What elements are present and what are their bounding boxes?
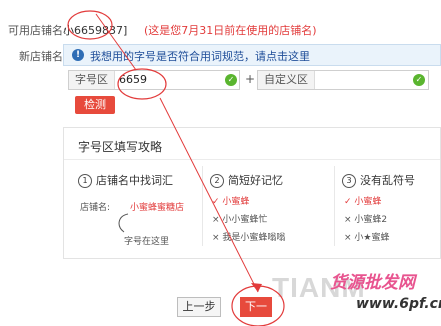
col-divider (202, 166, 203, 246)
watermark-url: www.6pf.cn (356, 296, 441, 312)
guide-col1-item: 小蜜蜂蜜糖店 (130, 203, 185, 213)
custom-field[interactable]: 自定义区 ✓ (257, 70, 429, 90)
guide-col2-title: 2 简短好记忆 (210, 172, 283, 188)
guide-col3-item: ✓ 小蜜蜂 (344, 197, 382, 207)
plus-sign: + (245, 72, 256, 86)
notice-text[interactable]: 我想用的字号是否符合用词规范，请点击这里 (90, 48, 310, 64)
name-rules-notice[interactable]: ! 我想用的字号是否符合用词规范，请点击这里 (63, 44, 441, 66)
watermark-brand: 货源批发网 (330, 273, 415, 293)
guide-col1-item: 字号在这里 (124, 237, 170, 247)
col-divider (334, 166, 335, 246)
arrow-icon (118, 213, 129, 233)
custom-field-prefix: 自定义区 (258, 71, 315, 89)
guide-col2-item: ✓ 小蜜蜂 (212, 197, 250, 207)
current-name-note: (这是您7月31日前在使用的店铺名) (144, 24, 317, 37)
new-name-label: 新店铺名: (19, 50, 67, 63)
guide-col3-item: × 小★蜜蜂 (344, 233, 390, 243)
brand-field-value[interactable]: 6659 (119, 73, 147, 86)
prev-step-button[interactable]: 上一步 (177, 297, 221, 317)
next-step-button[interactable]: 下一 (240, 297, 272, 317)
brand-field-prefix: 字号区 (69, 71, 115, 89)
guide-col1-item: 店铺名: (80, 203, 111, 213)
check-ok-icon: ✓ (413, 74, 425, 86)
current-name-value: 小6659837] (63, 24, 128, 37)
check-ok-icon: ✓ (225, 74, 237, 86)
brand-guide-panel: 字号区填写攻略 1 店铺名中找词汇 店铺名: 小蜜蜂蜜糖店 字号在这里 2 简短好记… (63, 127, 441, 259)
info-icon: ! (72, 49, 84, 61)
guide-col2-item: × 我是小蜜蜂嗡嗡 (212, 233, 286, 243)
guide-col1-title: 1 店铺名中找词汇 (78, 172, 173, 188)
guide-col3-title: 3 没有乱符号 (342, 172, 415, 188)
guide-divider (64, 159, 440, 160)
brand-field[interactable]: 字号区 6659 ✓ (68, 70, 240, 90)
guide-title: 字号区填写攻略 (78, 140, 163, 154)
check-button[interactable]: 检测 (75, 96, 115, 114)
arrow-head-icon (251, 283, 262, 292)
guide-col2-item: × 小小蜜蜂忙 (212, 215, 268, 225)
guide-col3-item: × 小蜜蜂2 (344, 215, 388, 225)
current-name-label: 可用店铺名: (8, 24, 67, 37)
